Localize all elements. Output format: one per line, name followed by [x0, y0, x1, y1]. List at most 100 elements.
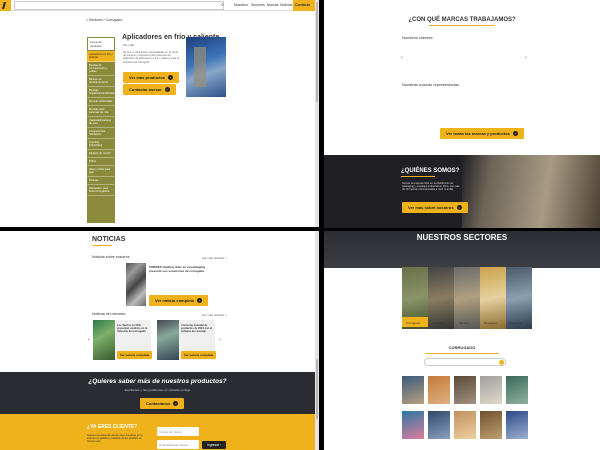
sidebar-item[interactable]: Bandas de transportación y poleas — [87, 62, 115, 76]
brands-label: Nuestras marcas representadas — [402, 82, 459, 87]
sector-label[interactable]: Corrugado — [406, 321, 420, 325]
contact-us-button[interactable]: Contáctanos › — [140, 398, 185, 409]
chevron-right-icon[interactable]: › — [219, 337, 221, 343]
sidebar-item[interactable]: Bancos de almacenamiento — [87, 76, 115, 87]
read-news-button[interactable]: Ver noticia completa — [117, 351, 153, 359]
button-label: Ver noticia completa — [120, 353, 150, 357]
product-thumbnail[interactable] — [480, 411, 502, 439]
product-description: Somos un distribuidor especializado en l… — [123, 51, 179, 64]
sectors-panel: NUESTROS SECTORES Corrugado Industrial M… — [324, 231, 600, 450]
sidebar-item[interactable]: Bombas para sistemas de cola — [87, 106, 115, 117]
market-news-label: Noticias del mercado — [92, 312, 126, 316]
about-text: Somos la empresa líder en la distribució… — [402, 182, 460, 192]
news-image — [126, 263, 146, 306]
button-label: Ingresar — [207, 443, 220, 447]
nav-item-marcas[interactable]: Marcas — [267, 3, 278, 7]
contact-advisor-button[interactable]: Contactar asesor › — [123, 84, 176, 95]
title-underline — [429, 25, 495, 26]
read-news-button[interactable]: Ver noticia completa — [181, 351, 217, 359]
news-image — [93, 320, 115, 360]
title-underline — [425, 353, 499, 354]
sidebar-item[interactable]: Filtros — [87, 158, 115, 166]
search-input[interactable] — [14, 1, 224, 10]
nav-item-sectores[interactable]: Sectores — [251, 3, 265, 7]
button-label: Ver noticia completa — [184, 353, 214, 357]
product-thumbnail[interactable] — [428, 411, 450, 439]
sidebar-item[interactable]: Cables/aplicadores de puro — [87, 117, 115, 128]
button-label: Ver más productos — [129, 75, 166, 80]
login-button[interactable]: Ingresar › — [202, 441, 227, 449]
arrow-right-icon: › — [164, 87, 170, 92]
product-thumbnail[interactable] — [506, 376, 528, 404]
sectors-title: NUESTROS SECTORES — [416, 233, 508, 242]
product-thumbnail[interactable] — [402, 376, 424, 404]
sidebar-item[interactable]: Aplicadores en frío y caliente — [87, 51, 115, 62]
nav-item-noticias[interactable]: Noticias — [280, 3, 292, 7]
contact-nav-button[interactable]: Contacto — [293, 0, 315, 11]
product-filter-select[interactable] — [424, 358, 506, 366]
chevron-left-icon[interactable]: ‹ — [401, 55, 403, 61]
product-image — [186, 37, 226, 97]
product-thumbnail[interactable] — [454, 376, 476, 404]
nav-item-nosotros[interactable]: Nosotros — [234, 3, 248, 7]
client-email-field[interactable]: Correo de cliente — [157, 427, 199, 436]
sector-card-industrial[interactable] — [428, 267, 454, 329]
product-thumbnail[interactable] — [506, 411, 528, 439]
view-products-button[interactable]: Ver más productos › — [123, 72, 180, 83]
cta-subtitle: Escríbenos y nos pondremos en contacto c… — [124, 388, 191, 392]
brands-panel: ¿CON QUÉ MARCAS TRABAJAMOS? Nuestros cli… — [324, 0, 600, 228]
read-news-button[interactable]: Ver noticia completa › — [149, 295, 208, 306]
product-thumbnail[interactable] — [428, 376, 450, 404]
logo-icon[interactable] — [0, 0, 11, 11]
sector-section-title: CORRUGADO — [448, 345, 476, 350]
about-more-button[interactable]: Ver más sobre nosotros › — [402, 202, 468, 213]
brands-section-title: ¿CON QUÉ MARCAS TRABAJAMOS? — [408, 17, 516, 23]
see-more-market-link[interactable]: Ver más noticias > — [202, 313, 227, 317]
sector-card-transporte[interactable] — [506, 267, 532, 329]
scrollbar[interactable] — [315, 231, 319, 450]
sector-label[interactable]: Transporte — [508, 321, 522, 325]
product-thumbnail[interactable] — [454, 411, 476, 439]
sector-label[interactable]: Minería — [459, 321, 469, 325]
search-icon[interactable]: ⌕ — [221, 2, 224, 8]
view-brands-button[interactable]: Ver todas las marcas y productos › — [440, 128, 524, 139]
client-password-field[interactable]: Contraseña de cliente — [157, 440, 199, 449]
sidebar-header: Línea de producto — [87, 37, 115, 51]
top-navigation-bar: ⌕ Nosotros Sectores Marcas Noticias Cont… — [0, 0, 315, 11]
sector-card-pesquero[interactable] — [480, 267, 506, 329]
see-more-news-link[interactable]: Ver más noticias > — [202, 256, 227, 260]
sidebar-item[interactable]: Equipos de control — [87, 150, 115, 158]
button-label: Ver más sobre nosotros — [408, 205, 454, 210]
button-label: Contáctanos — [146, 401, 171, 406]
sidebar-item[interactable]: Bombas industriales — [87, 98, 115, 106]
button-label: Contactar asesor — [129, 87, 162, 92]
sector-card-mineria[interactable] — [454, 267, 480, 329]
news-about-us-label: Noticias sobre nosotros — [92, 255, 130, 259]
news-headline[interactable]: Los Santos en 50% presentan cambios en l… — [117, 324, 151, 334]
sidebar-item[interactable]: Repuestos, para línea corrugadora — [87, 185, 115, 196]
scrollbar[interactable] — [315, 0, 319, 227]
sector-label[interactable]: Industrial — [432, 321, 444, 325]
news-headline[interactable]: Consumo mundial de productos de 2024 con… — [181, 324, 215, 334]
sidebar-item[interactable]: Componentes hidráulicos — [87, 128, 115, 139]
button-label: Ver todas las marcas y productos — [446, 131, 510, 136]
chevron-right-icon[interactable]: › — [525, 55, 527, 61]
sidebar-item[interactable]: Cuchillas industriales — [87, 139, 115, 150]
sidebar-item[interactable]: Pinturas — [87, 177, 115, 185]
product-page-panel: ⌕ Nosotros Sectores Marcas Noticias Cont… — [0, 0, 319, 227]
sidebar-item[interactable]: Hilos y cintas para tejer — [87, 166, 115, 177]
product-line-sidebar: Línea de producto Aplicadores en frío y … — [87, 37, 117, 223]
arrow-right-icon: › — [456, 205, 462, 210]
breadcrumb[interactable]: < Sectores / Corrugado — [86, 18, 122, 22]
product-thumbnail[interactable] — [402, 411, 424, 439]
clients-label: Nuestros clientes — [402, 35, 433, 40]
sidebar-item[interactable]: Bombas hidráulicas/dosificadoras — [87, 87, 117, 98]
news-headline[interactable]: TORMES Holding, líder en el packaging pr… — [149, 265, 209, 274]
chevron-left-icon[interactable]: ‹ — [88, 337, 90, 343]
page-subtitle[interactable]: Ver más — [123, 43, 134, 47]
sector-label[interactable]: Pesquero — [484, 321, 497, 325]
product-thumbnail[interactable] — [480, 376, 502, 404]
title-underline — [401, 176, 435, 177]
arrow-right-icon: › — [196, 298, 202, 303]
arrow-right-icon: › — [512, 131, 518, 136]
